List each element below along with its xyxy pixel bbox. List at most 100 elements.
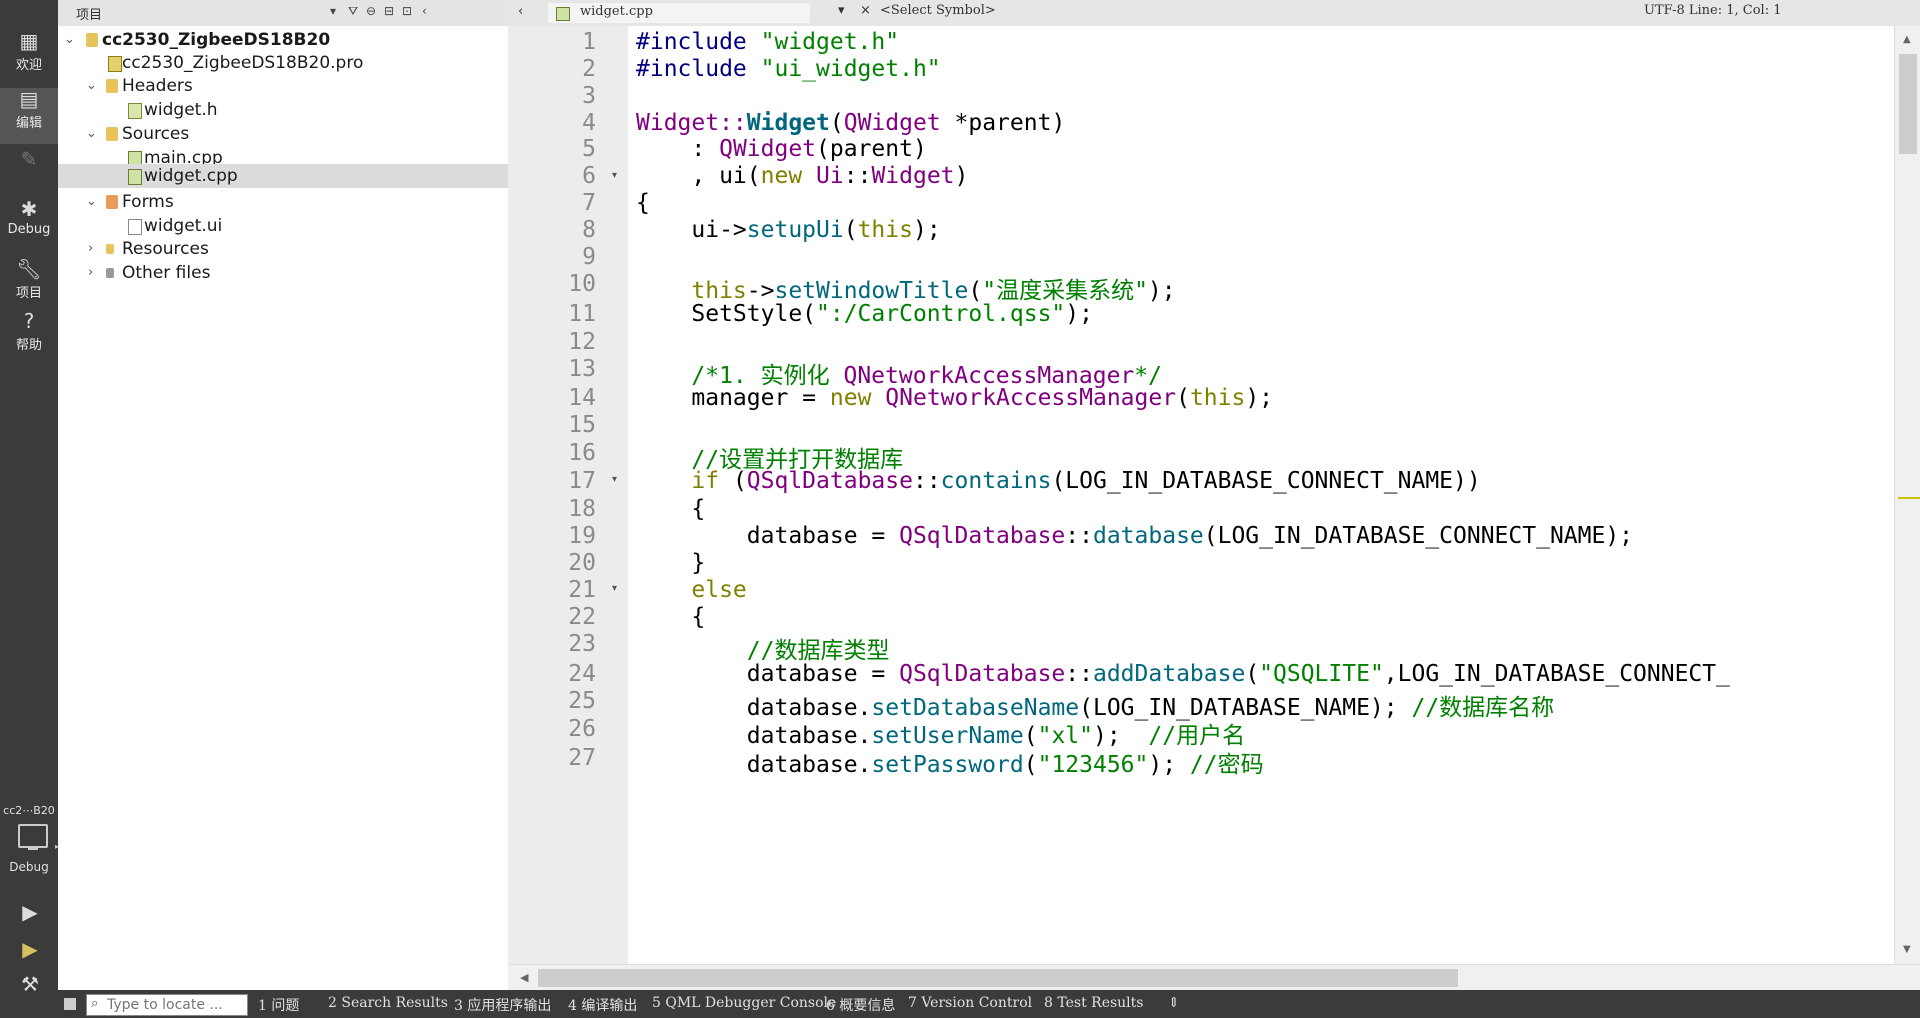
mode-debug[interactable]: ✱ Debug (0, 198, 58, 250)
folder-icon (106, 268, 114, 278)
vertical-scrollbar[interactable]: ▲ ▼ (1894, 26, 1920, 964)
scrollbar-marker (1898, 497, 1920, 499)
symbol-selector[interactable]: <Select Symbol> (880, 3, 996, 18)
mode-help[interactable]: ? 帮助 (0, 310, 58, 362)
line-number: 11 (568, 301, 596, 327)
output-tab-version-control[interactable]: 7 Version Control (908, 995, 1032, 1011)
back-icon[interactable]: ‹ (518, 4, 523, 19)
horizontal-scrollbar[interactable]: ◀ (508, 964, 1920, 991)
build-config-label[interactable]: Debug (0, 860, 58, 874)
split-icon[interactable]: ⊟ (384, 4, 394, 18)
mode-edit[interactable]: ▤ 编辑 (0, 88, 58, 144)
code-line: //数据库类型 (636, 638, 890, 664)
mode-project-label: 项目 (15, 286, 42, 301)
line-number: 19 (568, 523, 596, 549)
output-tab-issues[interactable]: 1 问题 (258, 995, 299, 1015)
locator[interactable]: ⌕ (86, 994, 248, 1016)
line-number: 5 (582, 136, 596, 162)
code-token: :: (843, 163, 872, 189)
help-icon: ? (23, 309, 35, 333)
code-token: ( (829, 110, 844, 136)
code-token: :: (1065, 661, 1093, 687)
folder-icon (106, 195, 118, 209)
output-tab-search-results[interactable]: 2 Search Results (328, 995, 448, 1011)
tree-node-widget-cpp[interactable]: widget.cpp (58, 164, 508, 188)
line-number: 10 (568, 271, 596, 297)
link-icon[interactable]: ⊖ (366, 4, 376, 18)
tree-node-other-files[interactable]: › Other files (58, 259, 508, 287)
start-debugging-button[interactable]: ▶ (18, 937, 42, 961)
output-tab-qml-debugger-console[interactable]: 5 QML Debugger Console (652, 995, 836, 1011)
output-tab-application-output[interactable]: 3 应用程序输出 (454, 995, 551, 1015)
project-pane-title[interactable]: 项目 (76, 4, 102, 23)
locator-input[interactable] (107, 995, 243, 1015)
code-token: database. (636, 752, 872, 778)
mode-welcome-label: 欢迎 (15, 58, 42, 73)
line-number: 18 (568, 496, 596, 522)
code-token: ); (1065, 301, 1093, 327)
line-number: 25 (568, 688, 596, 714)
back-icon[interactable]: ‹ (422, 4, 427, 18)
mode-welcome[interactable]: ▦ 欢迎 (0, 30, 58, 86)
code-line: database = QSqlDatabase::database(LOG_IN… (636, 523, 1633, 549)
code-token: "123456" (1037, 752, 1149, 778)
wrench-icon: 🔧︎ (16, 257, 42, 281)
output-tab-compile-output[interactable]: 4 编译输出 (568, 995, 637, 1015)
code-line: if (QSqlDatabase::contains(LOG_IN_DATABA… (636, 468, 1480, 494)
code-token: QWidget (843, 110, 941, 136)
code-line: manager = new QNetworkAccessManager(this… (636, 385, 1273, 411)
mode-design[interactable]: ✎ (0, 148, 58, 196)
scroll-up-icon[interactable]: ▲ (1903, 34, 1911, 45)
fold-marker-icon[interactable]: ▾ (612, 170, 617, 181)
code-token: ":/CarControl.qss" (816, 301, 1066, 327)
code-token: QSqlDatabase (746, 468, 913, 494)
code-token: Widget:: (636, 110, 747, 136)
folder-icon (106, 244, 114, 254)
mode-project[interactable]: 🔧︎ 项目 (0, 258, 58, 308)
line-number: 7 (582, 190, 596, 216)
code-line: : QWidget(parent) (636, 136, 926, 162)
scrollbar-thumb[interactable] (1899, 54, 1917, 154)
code-token: :: (912, 468, 941, 494)
code-token: , ui( (636, 163, 761, 189)
code-line: database = QSqlDatabase::addDatabase("QS… (636, 661, 1730, 687)
line-number: 24 (568, 661, 596, 687)
fold-marker-icon[interactable]: ▾ (612, 474, 617, 485)
scrollbar-thumb[interactable] (538, 969, 1458, 987)
scroll-down-icon[interactable]: ▼ (1903, 944, 1911, 955)
run-button[interactable]: ▶ (18, 900, 42, 924)
code-token: QSqlDatabase (899, 523, 1066, 549)
close-pane-icon[interactable]: ⊡ (402, 4, 412, 18)
open-file-tab[interactable]: widget.cpp (548, 3, 810, 23)
code-token: *parent) (940, 110, 1066, 136)
dropdown-icon[interactable]: ▾ (330, 4, 336, 18)
code-token: (LOG_IN_DATABASE_CONNECT_NAME); (1203, 523, 1634, 549)
pencil-icon: ✎ (20, 147, 38, 171)
output-tab-test-results[interactable]: 8 Test Results (1044, 995, 1143, 1011)
editor-toolbar: ‹ widget.cpp ▾ × <Select Symbol> UTF-8 L… (508, 0, 1920, 27)
file-dropdown-icon[interactable]: ▾ (838, 3, 845, 18)
code-token: ( (1023, 752, 1038, 778)
toggle-sidebar-icon[interactable] (64, 998, 76, 1010)
cursor-position-status[interactable]: UTF-8 Line: 1, Col: 1 (1644, 3, 1781, 18)
build-button[interactable]: ⚒ (18, 972, 42, 996)
more-tabs-icon[interactable]: ⇕ (1168, 995, 1180, 1011)
monitor-icon[interactable] (18, 824, 48, 850)
code-token: database = (636, 661, 900, 687)
output-tab-general-messages[interactable]: 6 概要信息 (826, 995, 895, 1015)
kit-name[interactable]: cc2⋯B20 (0, 804, 58, 817)
code-token: QNetworkAccessManager (885, 385, 1177, 411)
code-token: Ui (816, 163, 844, 189)
fold-marker-icon[interactable]: ▾ (612, 583, 617, 594)
line-number: 6 (582, 163, 596, 189)
code-token: ( (843, 217, 858, 243)
close-icon[interactable]: × (860, 3, 871, 18)
bug-icon: ✱ (20, 197, 38, 221)
scroll-left-icon[interactable]: ◀ (520, 971, 528, 984)
filter-icon[interactable]: ⛛ (348, 4, 358, 19)
chevron-right-icon[interactable]: › (88, 259, 93, 287)
project-pane-header: 项目 ▾ ⛛ ⊖ ⊟ ⊡ ‹ (58, 0, 508, 27)
code-token: setupUi (746, 217, 844, 243)
